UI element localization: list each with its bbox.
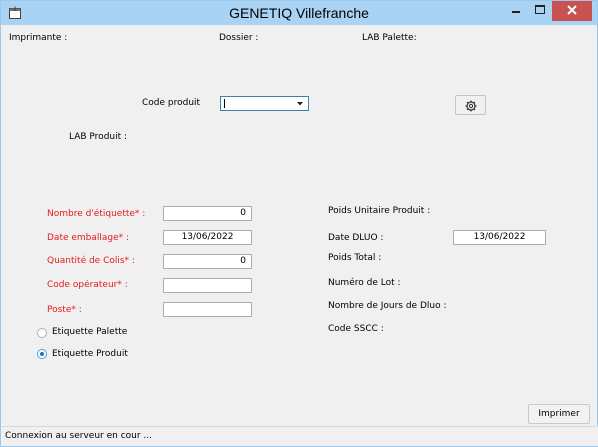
maximize-button[interactable] xyxy=(528,1,552,21)
poids-unitaire-label: Poids Unitaire Produit : xyxy=(328,206,431,216)
print-button[interactable]: Imprimer xyxy=(528,404,590,424)
text-caret xyxy=(224,99,225,108)
radio-etiquette-produit[interactable] xyxy=(37,349,47,359)
app-window: GENETIQ Villefranche Imprimante : Dossie… xyxy=(0,0,598,447)
settings-button[interactable] xyxy=(455,95,486,115)
radio-etiquette-palette[interactable] xyxy=(37,328,47,338)
etiquette-produit-label[interactable]: Etiquette Produit xyxy=(52,349,128,360)
quantite-colis-input[interactable]: 0 xyxy=(163,254,252,269)
code-produit-label: Code produit xyxy=(142,98,201,108)
quantite-colis-label: Quantité de Colis* : xyxy=(47,256,135,266)
date-dluo-label: Date DLUO : xyxy=(328,233,384,243)
gear-icon xyxy=(465,100,477,112)
main-form: Imprimante : Dossier : LAB Palette: Code… xyxy=(5,27,594,424)
minimize-icon xyxy=(512,11,520,13)
title-bar[interactable]: GENETIQ Villefranche xyxy=(1,1,597,25)
status-bar: Connexion au serveur en cour ... xyxy=(2,426,598,446)
dossier-label: Dossier : xyxy=(219,33,259,43)
lab-palette-label: LAB Palette: xyxy=(362,33,417,43)
nombre-etiquette-input[interactable]: 0 xyxy=(163,206,252,221)
minimize-button[interactable] xyxy=(504,1,528,21)
status-text: Connexion au serveur en cour ... xyxy=(5,431,153,441)
code-operateur-input[interactable] xyxy=(163,278,252,293)
poste-label: Poste* : xyxy=(47,305,82,315)
date-emballage-input[interactable]: 13/06/2022 xyxy=(163,230,252,245)
nombre-etiquette-label: Nombre d'étiquette* : xyxy=(47,209,146,219)
poids-total-label: Poids Total : xyxy=(328,253,382,263)
imprimante-label: Imprimante : xyxy=(9,33,68,43)
jours-dluo-label: Nombre de Jours de Dluo : xyxy=(328,301,447,311)
code-operateur-label: Code opérateur* : xyxy=(47,280,128,290)
etiquette-palette-label[interactable]: Etiquette Palette xyxy=(52,327,127,338)
close-button[interactable] xyxy=(552,1,592,21)
date-emballage-label: Date emballage* : xyxy=(47,233,130,243)
poste-input[interactable] xyxy=(163,302,252,317)
maximize-icon xyxy=(535,5,545,14)
close-icon xyxy=(567,5,577,15)
lab-produit-label: LAB Produit : xyxy=(69,132,128,142)
code-produit-select[interactable] xyxy=(220,96,309,111)
numero-lot-label: Numéro de Lot : xyxy=(328,278,401,288)
chevron-down-icon xyxy=(297,102,303,106)
date-dluo-input[interactable]: 13/06/2022 xyxy=(453,230,546,245)
code-sscc-label: Code SSCC : xyxy=(328,324,384,334)
